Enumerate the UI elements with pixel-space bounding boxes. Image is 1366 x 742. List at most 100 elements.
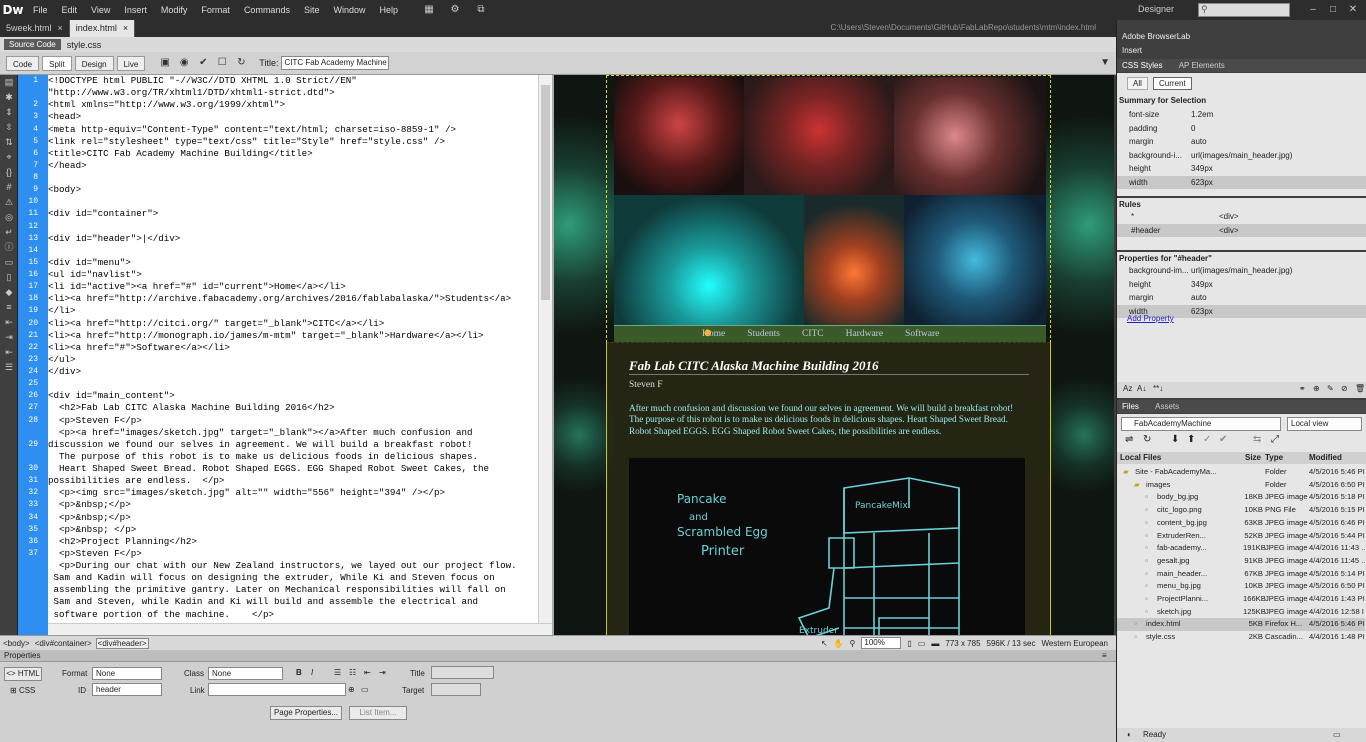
rules-row[interactable]: * <div> [1117, 210, 1366, 224]
visual-aids-icon[interactable]: ☐ [215, 56, 229, 70]
summary-row[interactable]: width 623px [1117, 175, 1366, 189]
log-button[interactable]: ▭ [1333, 728, 1341, 742]
tab-index[interactable]: index.html × [69, 20, 136, 37]
put-files-icon[interactable]: ⬆ [1187, 434, 1195, 445]
menu-insert[interactable]: Insert [117, 0, 154, 20]
tag-body[interactable]: <body> [2, 639, 31, 648]
show-category-icon[interactable]: Az [1123, 384, 1132, 393]
hand-tool-icon[interactable]: ✋ [834, 639, 844, 648]
desktop-size-icon[interactable]: ▬ [931, 639, 939, 648]
col-local-files[interactable]: Local Files [1120, 452, 1161, 464]
info-icon[interactable]: ⓘ [0, 240, 18, 255]
file-row[interactable]: ▫ body_bg.jpg 18KB JPEG image 4/5/2016 5:18 … [1117, 491, 1365, 504]
code-line[interactable]: <p>During our chat with our New Zealand … [48, 560, 538, 572]
line-numbers-icon[interactable]: # [0, 180, 18, 195]
code-line[interactable]: <head> [48, 111, 538, 123]
code-line[interactable]: <h2>Project Planning</h2> [48, 536, 538, 548]
tablet-size-icon[interactable]: ▭ [918, 639, 926, 648]
scroll-thumb[interactable] [541, 85, 550, 300]
code-line[interactable]: software portion of the machine. </p> [48, 609, 538, 621]
recent-snippets-icon[interactable]: ≡ [0, 300, 18, 315]
tag-header[interactable]: <div#header> [95, 637, 149, 649]
menu-file[interactable]: File [26, 0, 55, 20]
title-input[interactable]: CITC Fab Academy Machine Bu [281, 56, 390, 70]
ordered-list-icon[interactable]: ☷ [349, 668, 356, 677]
code-line[interactable]: <div id="menu"> [48, 257, 538, 269]
tab-files[interactable]: Files [1122, 402, 1139, 411]
syntax-error-icon[interactable]: ◎ [0, 210, 18, 225]
file-row[interactable]: ▫ index.html 5KB Firefox H... 4/5/2016 5:46 … [1117, 618, 1365, 632]
filter-icon[interactable]: ▼ [1100, 57, 1110, 68]
point-to-file-icon[interactable]: ⊕ [348, 685, 355, 694]
code-line[interactable]: Sam and Kadin will focus on designing th… [48, 572, 538, 584]
code-line[interactable]: The purpose of this robot is to make us … [48, 451, 538, 463]
code-line[interactable]: <meta http-equiv="Content-Type" content=… [48, 124, 538, 136]
live-view-button[interactable]: Live [116, 55, 146, 71]
file-row[interactable]: ▫ fab-academy... 191KB JPEG image 4/4/2016 1… [1117, 542, 1365, 555]
new-rule-icon[interactable]: ⊕ [1313, 384, 1320, 393]
word-wrap-icon[interactable]: ↵ [0, 225, 18, 240]
code-horizontal-scrollbar[interactable] [48, 623, 552, 635]
file-row[interactable]: ▫ ExtruderRen... 52KB JPEG image 4/5/2016 5:… [1117, 530, 1365, 543]
html-mode-button[interactable]: <> HTML [4, 667, 42, 681]
add-property-link[interactable]: Add Property [1127, 314, 1174, 323]
code-line[interactable]: </div> [48, 366, 538, 378]
menu-window[interactable]: Window [326, 0, 372, 20]
site-icon[interactable]: ⧉ [473, 4, 489, 16]
code-line[interactable] [48, 196, 538, 208]
props-row[interactable]: background-im... url(images/main_header.j… [1117, 264, 1366, 278]
code-line[interactable]: "http://www.w3.org/TR/xhtml1/DTD/xhtml1-… [48, 87, 538, 99]
code-view-button[interactable]: Code [6, 55, 40, 71]
col-size[interactable]: Size [1245, 452, 1261, 464]
code-editor[interactable]: <!DOCTYPE html PUBLIC "-//W3C//DTD XHTML… [48, 75, 538, 623]
unordered-list-icon[interactable]: ☰ [334, 668, 341, 677]
code-line[interactable]: <link rel="stylesheet" type="text/css" t… [48, 136, 538, 148]
collapse-selection-icon[interactable]: ⇳ [0, 120, 18, 135]
menu-site[interactable]: Site [297, 0, 327, 20]
file-row[interactable]: ▫ sketch.jpg 125KB JPEG image 4/4/2016 12:58… [1117, 606, 1365, 619]
title-prop-input[interactable] [431, 666, 494, 679]
code-line[interactable]: <li><a href="#">Software</a></li> [48, 342, 538, 354]
gear-icon[interactable]: ⚙ [447, 4, 463, 16]
format-select[interactable]: None [92, 667, 162, 680]
code-line[interactable]: </li> [48, 305, 538, 317]
close-icon[interactable]: ✕ [1346, 3, 1360, 17]
tag-container[interactable]: <div#container> [34, 639, 93, 648]
rules-row[interactable]: #header <div> [1117, 223, 1366, 237]
file-row[interactable]: ▫ gesalt.jpg 91KB JPEG image 4/4/2016 11:45 … [1117, 555, 1365, 568]
zoom-select[interactable]: 100% [861, 637, 902, 649]
file-row[interactable]: ▫ style.css 2KB Cascadin... 4/4/2016 1:48 PI [1117, 631, 1365, 644]
file-row[interactable]: ▫ ProjectPlanni... 166KB JPEG image 4/4/2016… [1117, 593, 1365, 606]
bold-button[interactable]: B [296, 668, 302, 677]
open-documents-icon[interactable]: ▤ [0, 75, 18, 90]
code-line[interactable]: <p>Steven F</p> [48, 415, 538, 427]
code-line[interactable]: <li><a href="http://citci.org/" target="… [48, 318, 538, 330]
tab-css-styles[interactable]: CSS Styles [1122, 61, 1162, 70]
code-line[interactable]: possibilities are endless. </p> [48, 475, 538, 487]
summary-row[interactable]: font-size 1.2em [1117, 108, 1366, 122]
summary-row[interactable]: background-i... url(images/main_header.jp… [1117, 149, 1366, 163]
get-files-icon[interactable]: ⬇ [1171, 434, 1179, 445]
delete-icon[interactable]: 🗑 [1355, 384, 1365, 393]
move-css-icon[interactable]: ⇤ [0, 315, 18, 330]
select-parent-tag-icon[interactable]: ⌖ [0, 150, 18, 165]
col-type[interactable]: Type [1265, 452, 1283, 464]
window-size[interactable]: 773 x 785 [945, 639, 980, 648]
code-line[interactable]: <p>&nbsp; </p> [48, 524, 538, 536]
close-icon[interactable]: × [58, 20, 63, 37]
format-source-icon[interactable]: ☰ [0, 360, 18, 375]
code-line[interactable]: <div id="container"> [48, 208, 538, 220]
code-line[interactable]: <p><a href="images/sketch.jpg" target="_… [48, 427, 538, 439]
code-line[interactable]: <li><a href="http://monograph.io/james/m… [48, 330, 538, 342]
list-item-button[interactable]: List Item... [349, 706, 407, 720]
props-row[interactable]: margin auto [1117, 291, 1366, 305]
current-mode-button[interactable]: Current [1153, 77, 1192, 90]
link-input[interactable] [208, 683, 346, 696]
edit-rule-icon[interactable]: ✎ [1327, 384, 1334, 393]
class-select[interactable]: None [208, 667, 283, 680]
show-code-navigator-icon[interactable]: ✱ [0, 90, 18, 105]
code-line[interactable] [48, 172, 538, 184]
workspace-switcher[interactable]: Designer [1138, 4, 1174, 14]
code-line[interactable]: <div id="main_content"> [48, 390, 538, 402]
source-code-button[interactable]: Source Code [4, 39, 61, 50]
